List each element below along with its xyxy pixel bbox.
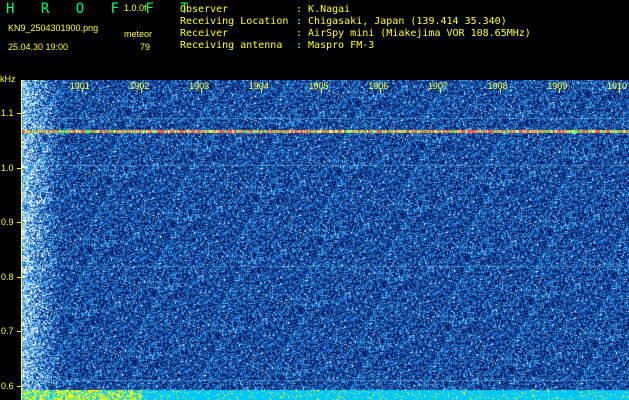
- receiver-label: Receiver: [180, 28, 229, 39]
- y-tick-label: 0.7: [1, 326, 14, 337]
- x-tick-mark: [201, 89, 203, 93]
- y-tick-mark: [17, 113, 22, 115]
- receiver-value: : AirSpy mini (Miakejima VOR 108.65MHz): [296, 28, 531, 39]
- hrofft-window: H R O F F T 1.0.0f KN9_2504301900.png me…: [0, 0, 629, 400]
- file-name: KN9_2504301900.png: [8, 23, 99, 33]
- x-tick-mark: [499, 89, 501, 93]
- observer-label: Observer: [180, 4, 229, 15]
- y-tick-mark: [17, 385, 22, 387]
- capture-datetime: 25.04.30 19:00: [8, 42, 69, 52]
- event-count: 79: [140, 42, 151, 52]
- spectrogram-heatmap: [22, 80, 629, 400]
- x-tick-mark: [141, 89, 143, 93]
- y-tick-mark: [17, 222, 22, 224]
- y-tick-label: 1.0: [1, 162, 14, 173]
- event-label: meteor: [124, 29, 153, 39]
- y-tick-label: 0.8: [1, 271, 14, 282]
- y-tick-mark: [17, 167, 22, 169]
- x-tick-mark: [380, 89, 382, 93]
- y-tick-label: 0.6: [1, 380, 14, 391]
- x-tick-label: 1902: [129, 81, 150, 91]
- antenna-label: Receiving antenna: [180, 40, 283, 51]
- x-tick-mark: [81, 89, 83, 93]
- x-tick-mark: [260, 89, 262, 93]
- y-tick-label: 1.1: [1, 108, 14, 119]
- y-tick-mark: [17, 276, 22, 278]
- x-tick-label: 1908: [487, 81, 508, 91]
- x-tick-mark: [619, 89, 620, 93]
- x-tick-label: 1901: [69, 81, 90, 91]
- x-tick-label: 1903: [189, 81, 210, 91]
- location-label: Receiving Location: [180, 16, 289, 27]
- app-title: H R O F F T: [6, 1, 198, 17]
- app-version: 1.0.0f: [124, 3, 147, 13]
- x-tick-mark: [559, 89, 561, 93]
- observer-value: : K.Nagai: [296, 4, 351, 15]
- x-tick-label: 1910: [607, 81, 628, 91]
- antenna-value: : Maspro FM-3: [296, 40, 375, 51]
- y-axis-unit-label: kHz: [0, 74, 16, 84]
- x-tick-label: 1905: [308, 81, 329, 91]
- y-tick-mark: [17, 331, 22, 333]
- x-tick-label: 1904: [248, 81, 269, 91]
- y-tick-label: 0.9: [1, 217, 14, 228]
- y-axis-line: [21, 80, 22, 400]
- x-tick-mark: [439, 89, 441, 93]
- x-tick-label: 1907: [427, 81, 448, 91]
- x-tick-label: 1909: [547, 81, 568, 91]
- x-tick-mark: [320, 89, 322, 93]
- location-value: : Chigasaki, Japan (139.414 35.340): [296, 16, 507, 27]
- x-tick-label: 1906: [368, 81, 389, 91]
